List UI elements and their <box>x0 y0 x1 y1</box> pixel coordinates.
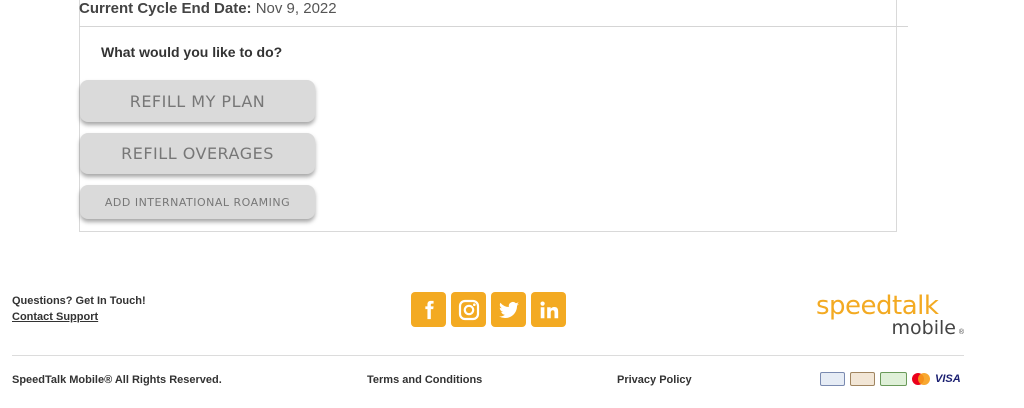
contact-question: Questions? Get In Touch! <box>12 295 146 307</box>
instagram-icon[interactable] <box>451 292 486 327</box>
privacy-link[interactable]: Privacy Policy <box>617 374 692 386</box>
copyright: SpeedTalk Mobile® All Rights Reserved. <box>12 374 222 386</box>
cycle-end-date: Current Cycle End Date: Nov 9, 2022 <box>79 0 337 17</box>
twitter-icon[interactable] <box>491 292 526 327</box>
speedtalk-logo: speedtalk mobile ® <box>814 291 964 341</box>
facebook-icon[interactable] <box>411 292 446 327</box>
payment-badges: VISA <box>820 372 961 386</box>
divider <box>79 26 908 27</box>
cycle-end-value: Nov 9, 2022 <box>255 0 337 17</box>
logo-mobile: mobile <box>891 317 956 339</box>
contact-support-link[interactable]: Contact Support <box>12 311 98 323</box>
mastercard-icon <box>912 373 930 385</box>
logo-registered: ® <box>958 329 964 336</box>
secure-badge-icon <box>820 372 845 386</box>
terms-link[interactable]: Terms and Conditions <box>367 374 482 386</box>
refill-plan-button[interactable]: REFILL MY PLAN <box>80 80 315 122</box>
actions-prompt: What would you like to do? <box>101 44 283 60</box>
verified-badge-icon <box>880 372 907 386</box>
cycle-end-label: Current Cycle End Date: <box>79 0 252 17</box>
refill-overages-button[interactable]: REFILL OVERAGES <box>80 133 315 174</box>
linkedin-icon[interactable] <box>531 292 566 327</box>
protected-badge-icon <box>850 372 875 386</box>
add-international-roaming-button[interactable]: ADD INTERNATIONAL ROAMING <box>80 185 315 219</box>
footer-divider <box>12 355 964 356</box>
social-links <box>411 292 566 327</box>
visa-icon: VISA <box>935 373 961 385</box>
